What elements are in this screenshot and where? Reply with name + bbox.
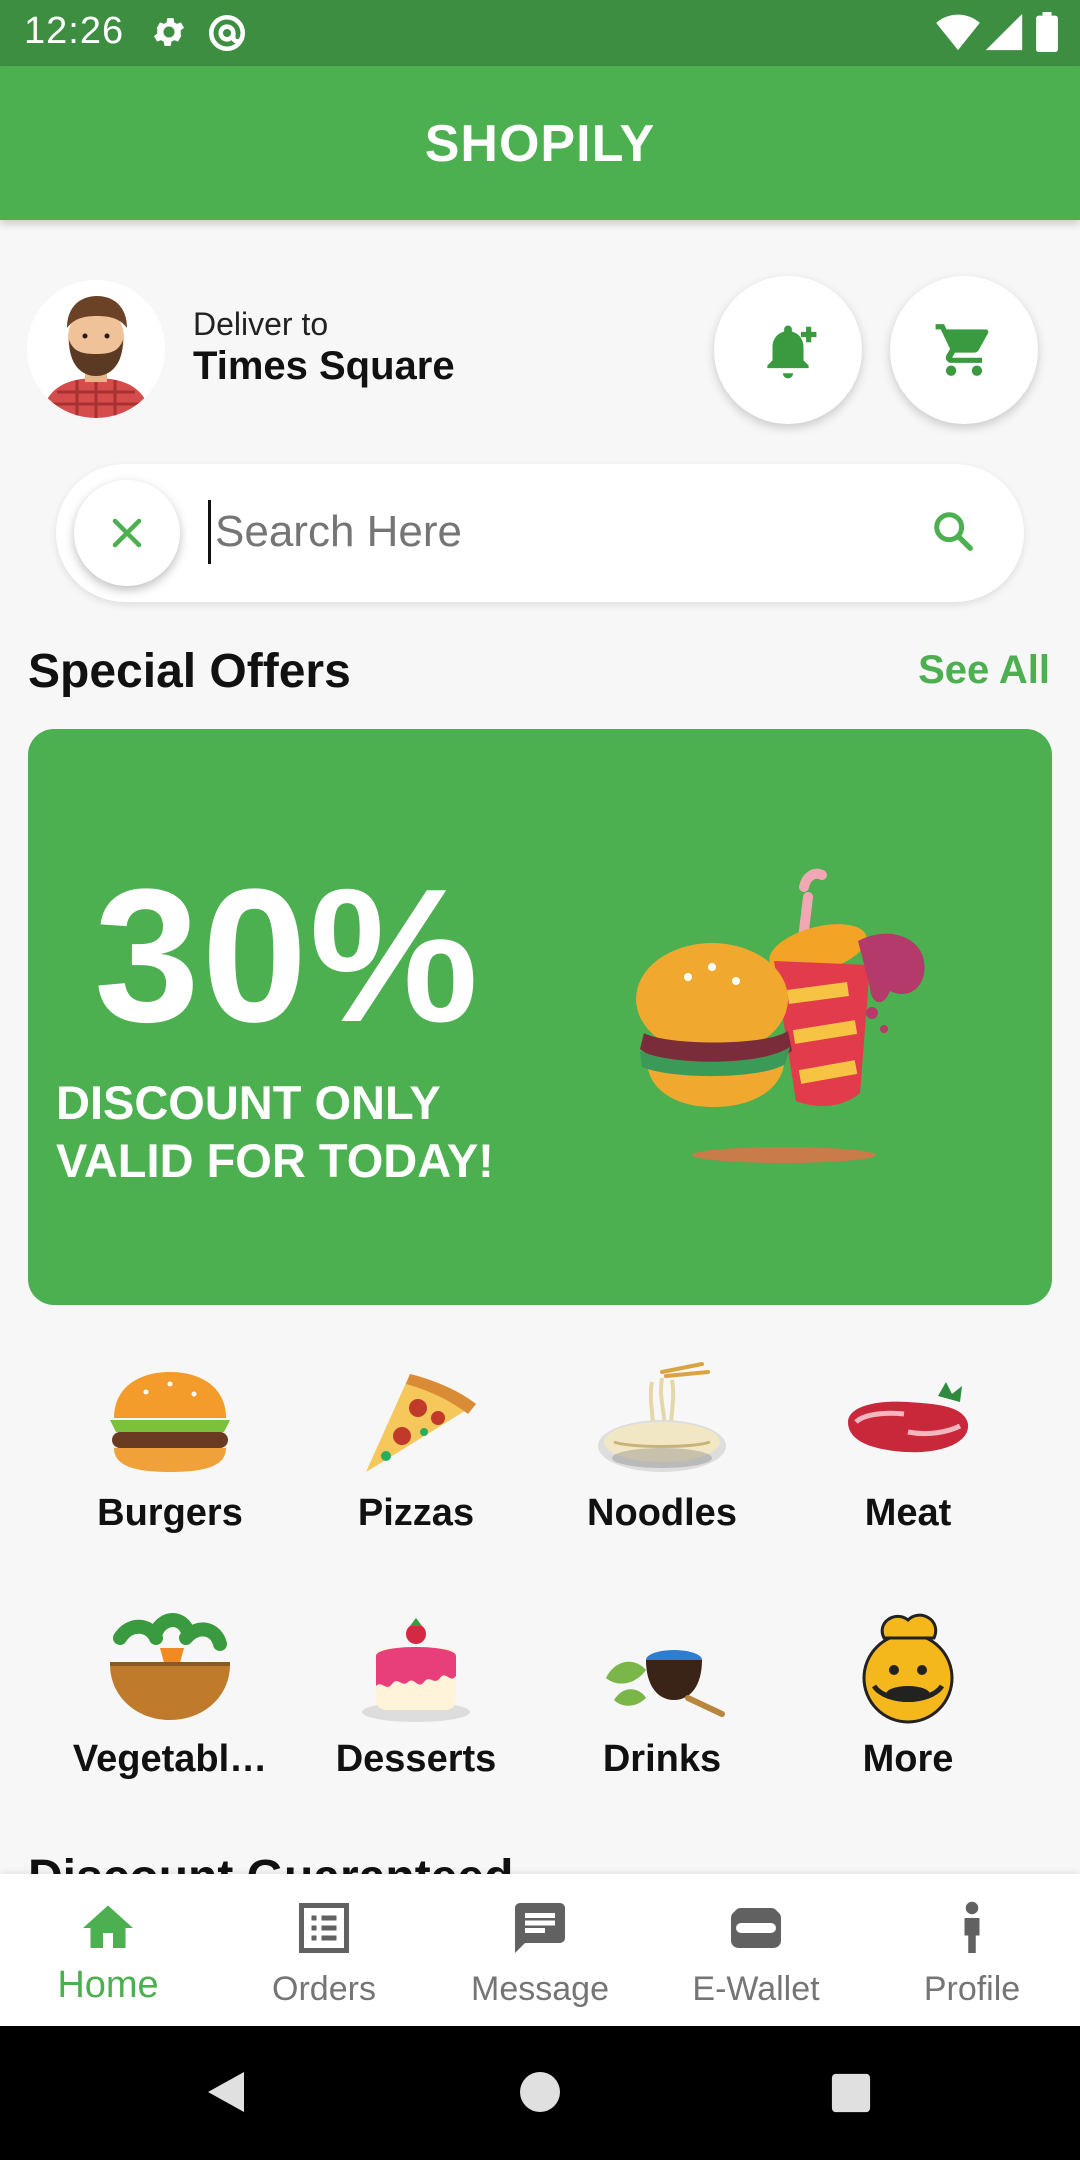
wallet-icon — [731, 1908, 781, 1948]
message-icon — [515, 1903, 565, 1953]
nav-label: Home — [57, 1964, 159, 2006]
app-bar: SHOPILY — [0, 66, 1080, 220]
search-input[interactable] — [208, 500, 908, 564]
noodles-icon — [598, 1362, 726, 1472]
see-all-offers-link[interactable]: See All — [918, 648, 1050, 693]
category-label: Burgers — [97, 1492, 243, 1534]
nav-ewallet[interactable]: E-Wallet — [648, 1874, 864, 2026]
category-pizzas[interactable]: Pizzas — [306, 1362, 526, 1535]
more-icon — [862, 1613, 954, 1724]
nav-home[interactable]: Home — [0, 1874, 216, 2026]
nav-label: Profile — [923, 1970, 1021, 2008]
promo-banner[interactable]: 30% DISCOUNT ONLY VALID FOR TODAY! — [28, 729, 1052, 1305]
cart-button[interactable] — [890, 276, 1038, 424]
nav-orders[interactable]: Orders — [216, 1874, 432, 2026]
wifi-icon — [936, 14, 980, 51]
clear-search-button[interactable] — [74, 480, 180, 586]
nav-label: Message — [471, 1970, 609, 2008]
nav-label: E-Wallet — [692, 1970, 820, 2008]
category-desserts[interactable]: Desserts — [306, 1608, 526, 1781]
search-icon[interactable] — [930, 508, 976, 554]
burger-icon — [110, 1372, 230, 1472]
home-circle-icon[interactable] — [518, 2070, 562, 2114]
category-noodles[interactable]: Noodles — [552, 1362, 772, 1535]
vegetables-icon — [110, 1613, 230, 1720]
category-drinks[interactable]: Drinks — [552, 1608, 772, 1781]
category-label: Desserts — [335, 1738, 497, 1780]
nav-message[interactable]: Message — [432, 1874, 648, 2026]
user-avatar-icon — [27, 280, 165, 418]
status-bar: 12:26 — [0, 0, 1080, 66]
recents-icon[interactable] — [830, 2072, 872, 2114]
category-vegetables[interactable]: Vegetabl… — [60, 1608, 280, 1781]
promo-percent: 30% — [94, 850, 481, 1062]
app-title: SHOPILY — [424, 115, 656, 173]
promo-text-line2: VALID FOR TODAY! — [56, 1134, 494, 1187]
category-label: Meat — [864, 1492, 952, 1534]
category-label: Pizzas — [357, 1492, 475, 1534]
battery-icon — [1036, 12, 1058, 52]
back-icon[interactable] — [204, 2068, 248, 2116]
category-burgers[interactable]: Burgers — [60, 1362, 280, 1535]
category-meat[interactable]: Meat — [798, 1362, 1018, 1535]
home-icon — [83, 1905, 133, 1948]
category-label: More — [862, 1738, 954, 1780]
burger-and-drink-illustration — [636, 868, 925, 1163]
profile-icon — [964, 1901, 980, 1953]
promo-text-line1: DISCOUNT ONLY — [56, 1076, 441, 1129]
deliver-to-label: Deliver to — [193, 306, 329, 342]
add-notification-button[interactable] — [714, 276, 862, 424]
nav-profile[interactable]: Profile — [864, 1874, 1080, 2026]
signal-icon — [985, 13, 1023, 51]
bell-plus-icon — [767, 325, 817, 379]
category-label: Vegetabl… — [72, 1738, 268, 1780]
at-sign-icon — [208, 14, 246, 52]
discount-guaranteed-title: Discount Guaranteed — [28, 1850, 513, 1874]
dessert-icon — [362, 1618, 470, 1722]
meat-icon — [848, 1382, 969, 1453]
cart-icon — [935, 324, 989, 376]
category-label: Drinks — [602, 1738, 722, 1780]
bottom-nav: Home Orders Message E-Wallet Profile — [0, 1874, 1080, 2026]
pizza-icon — [366, 1374, 476, 1472]
drinks-icon — [606, 1650, 725, 1717]
category-more[interactable]: More — [798, 1608, 1018, 1781]
avatar[interactable] — [27, 280, 165, 418]
special-offers-title: Special Offers — [28, 645, 351, 698]
nav-label: Orders — [272, 1970, 376, 2008]
system-nav-bar — [0, 2026, 1080, 2160]
delivery-location[interactable]: Times Square — [193, 344, 455, 389]
close-icon — [112, 518, 142, 548]
status-time: 12:26 — [24, 10, 125, 52]
settings-icon — [153, 18, 185, 46]
orders-icon — [299, 1903, 349, 1953]
category-label: Noodles — [587, 1492, 737, 1534]
